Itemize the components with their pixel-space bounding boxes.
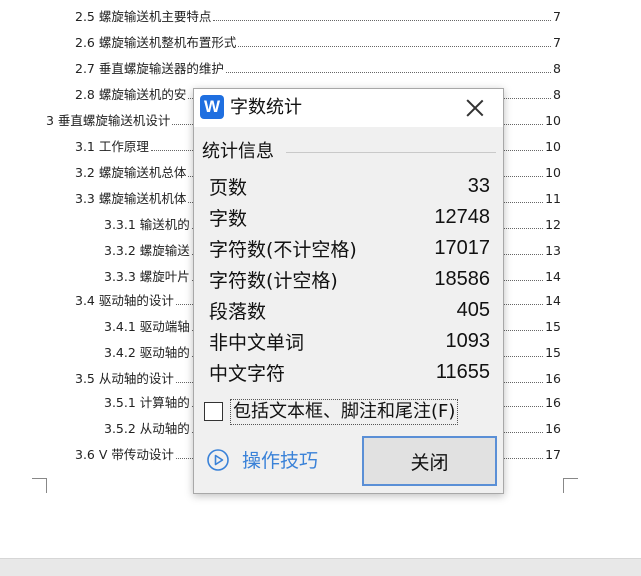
toc-leader [238, 46, 551, 47]
toc-entry[interactable]: 2.6 螺旋输送机整机布置形式 7 [75, 32, 561, 52]
toc-entry-text: 3.4.2 驱动轴的 [104, 345, 190, 360]
toc-page-number: 13 [545, 243, 561, 258]
stat-label: 字数 [209, 208, 248, 230]
toc-page-number: 12 [545, 217, 561, 232]
toc-entry-text: 3.3.1 输送机的 [104, 217, 190, 232]
toc-entry-text: 2.5 螺旋输送机主要特点 [75, 9, 212, 24]
stat-row-pages: 页数 33 [209, 171, 490, 202]
toc-entry-text: 3.3 螺旋输送机机体 [75, 191, 187, 206]
stat-label: 页数 [209, 177, 248, 199]
include-textbox-footnotes-checkbox[interactable] [204, 402, 223, 421]
toc-page-number: 16 [545, 371, 561, 386]
toc-page-number: 10 [545, 139, 561, 154]
toc-entry-text: 2.6 螺旋输送机整机布置形式 [75, 35, 237, 50]
toc-leader [225, 72, 551, 73]
toc-page-number: 7 [553, 35, 561, 50]
page-corner-mark [32, 478, 47, 493]
toc-page-number: 10 [545, 113, 561, 128]
toc-page-number: 8 [553, 61, 561, 76]
toc-entry-text: 2.7 垂直螺旋输送器的维护 [75, 61, 224, 76]
toc-entry-text: 3.2 螺旋输送机总体 [75, 165, 187, 180]
stat-value: 11655 [435, 361, 490, 383]
statistics-group-title: 统计信息 [202, 140, 278, 164]
include-textbox-footnotes-label[interactable]: 包括文本框、脚注和尾注(F) [230, 399, 459, 425]
horizontal-scrollbar[interactable] [0, 558, 641, 576]
stat-label: 非中文单词 [209, 332, 305, 354]
toc-entry-text: 3.4 驱动轴的设计 [75, 293, 174, 308]
toc-page-number: 15 [545, 345, 561, 360]
stat-value: 18586 [434, 268, 490, 290]
word-count-dialog: W 字数统计 统计信息 页数 33 字数 12748 字符数(不计空格) 170… [193, 88, 504, 494]
statistics-list: 页数 33 字数 12748 字符数(不计空格) 17017 字符数(计空格) … [209, 171, 490, 388]
dialog-titlebar[interactable]: W 字数统计 [194, 89, 503, 127]
toc-page-number: 8 [553, 87, 561, 102]
stat-label: 字符数(不计空格) [209, 239, 357, 261]
group-divider [286, 152, 496, 153]
stat-row-words: 字数 12748 [209, 202, 490, 233]
close-button[interactable]: 关闭 [362, 436, 497, 486]
stat-row-paragraphs: 段落数 405 [209, 295, 490, 326]
stat-row-chinese-chars: 中文字符 11655 [209, 357, 490, 388]
toc-page-number: 17 [545, 447, 561, 462]
toc-entry-text: 3.5 从动轴的设计 [75, 371, 174, 386]
toc-page-number: 16 [545, 395, 561, 410]
stat-value: 12748 [434, 206, 490, 228]
toc-entry[interactable]: 2.5 螺旋输送机主要特点 7 [75, 6, 561, 26]
toc-page-number: 11 [545, 191, 561, 206]
dialog-title: 字数统计 [230, 97, 302, 118]
toc-entry-text: 3.1 工作原理 [75, 139, 149, 154]
tips-link[interactable]: 操作技巧 [242, 449, 318, 473]
stat-row-chars-with-spaces: 字符数(计空格) 18586 [209, 264, 490, 295]
stat-label: 中文字符 [209, 363, 286, 385]
toc-page-number: 16 [545, 421, 561, 436]
stat-value: 405 [456, 299, 490, 321]
toc-entry-text: 3.6 V 带传动设计 [75, 447, 174, 462]
toc-entry[interactable]: 2.7 垂直螺旋输送器的维护 8 [75, 58, 561, 78]
stat-label: 段落数 [209, 301, 267, 323]
toc-entry-text: 3.5.1 计算轴的 [104, 395, 190, 410]
toc-page-number: 15 [545, 319, 561, 334]
stat-value: 17017 [434, 237, 490, 259]
toc-page-number: 14 [545, 293, 561, 308]
page-corner-mark [563, 478, 578, 493]
toc-leader [213, 20, 551, 21]
toc-page-number: 7 [553, 9, 561, 24]
stat-label: 字符数(计空格) [209, 270, 338, 292]
stat-value: 33 [467, 175, 490, 197]
toc-entry-text: 3.5.2 从动轴的 [104, 421, 190, 436]
stat-row-chars-no-spaces: 字符数(不计空格) 17017 [209, 233, 490, 264]
toc-entry-text: 3.4.1 驱动端轴 [104, 319, 190, 334]
toc-entry-text: 3 垂直螺旋输送机设计 [46, 113, 171, 128]
wps-writer-icon: W [200, 95, 224, 119]
toc-page-number: 10 [545, 165, 561, 180]
toc-page-number: 14 [545, 269, 561, 284]
toc-entry-text: 3.3.3 螺旋叶片 [104, 269, 190, 284]
stat-value: 1093 [445, 330, 491, 352]
stat-row-non-chinese-words: 非中文单词 1093 [209, 326, 490, 357]
toc-entry-text: 3.3.2 螺旋输送 [104, 243, 190, 258]
toc-entry-text: 2.8 螺旋输送机的安 [75, 87, 187, 102]
play-circle-icon[interactable] [207, 449, 229, 471]
close-icon[interactable] [462, 95, 488, 121]
